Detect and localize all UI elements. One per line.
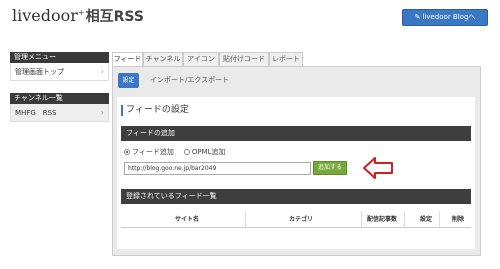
column-header-delete: 削除 (452, 216, 465, 223)
feed-list-table-header: サイト名 カテゴリ 配信記事数 設定 削除 (121, 208, 471, 228)
column-header-site-name: サイト名 (175, 216, 200, 223)
logo-main: livedoor (12, 6, 78, 25)
radio-button-checked[interactable] (124, 149, 130, 155)
radio-feed-option[interactable]: フィード追加 (124, 148, 174, 156)
logo-suffix: 相互RSS (85, 9, 144, 25)
tab-embed-code[interactable]: 貼付けコード (219, 52, 269, 66)
sidebar-heading-admin: 管理メニュー (10, 52, 109, 63)
sidebar-item-admin-top[interactable]: 管理画面トップ › (10, 63, 109, 81)
blog-button-label: livedoor Blogへ (422, 13, 476, 21)
tab-channel[interactable]: チャンネル (143, 52, 183, 66)
feed-url-input[interactable] (124, 162, 311, 175)
main-content: 設定 インポート/エクスポート フィードの設定 フィードの追加 フィード追加 OP… (112, 66, 481, 256)
sidebar-item-label: 管理画面トップ (15, 68, 64, 76)
add-type-radio-group: フィード追加 OPML追加 (124, 147, 226, 157)
feed-add-bar: フィードの追加 (121, 126, 471, 141)
feed-list-bar: 登録されているフィード一覧 (121, 189, 471, 204)
tab-feed[interactable]: フィード (112, 52, 143, 67)
column-header-article-count: 配信記事数 (367, 216, 398, 223)
sidebar-item-channel[interactable]: MHFG RSS › (10, 104, 109, 122)
site-header: livedoor+相互RSS ✎ livedoor Blogへ (0, 0, 500, 40)
logo-sup: + (77, 8, 85, 17)
radio-button[interactable] (183, 149, 190, 155)
panel-title: フィードの設定 (121, 105, 189, 116)
red-arrow-annotation-icon (363, 157, 393, 179)
chevron-right-icon: › (100, 108, 104, 117)
feed-settings-panel: フィードの設定 フィードの追加 フィード追加 OPML追加 追加する 登録されてい… (117, 97, 475, 249)
radio-opml-option[interactable]: OPML追加 (183, 148, 226, 156)
radio-feed-label: フィード追加 (132, 148, 174, 156)
subnav-import-export-link[interactable]: インポート/エクスポート (150, 73, 229, 88)
column-header-settings: 設定 (420, 216, 433, 223)
subnav-settings-button[interactable]: 設定 (118, 73, 139, 88)
site-logo[interactable]: livedoor+相互RSS (12, 6, 144, 26)
chevron-right-icon: › (100, 67, 104, 76)
radio-opml-label: OPML追加 (191, 148, 226, 156)
add-feed-button[interactable]: 追加する (313, 161, 347, 175)
sidebar-item-label: MHFG RSS (15, 109, 57, 117)
sidebar-heading-channels: チャンネル一覧 (10, 93, 109, 104)
tab-report[interactable]: レポート (269, 52, 303, 66)
sidebar: 管理メニュー 管理画面トップ › チャンネル一覧 MHFG RSS › (10, 52, 109, 122)
pencil-icon: ✎ (414, 13, 421, 21)
livedoor-blog-button[interactable]: ✎ livedoor Blogへ (402, 9, 488, 26)
column-header-category: カテゴリ (289, 216, 314, 223)
tab-icon[interactable]: アイコン (183, 52, 219, 66)
